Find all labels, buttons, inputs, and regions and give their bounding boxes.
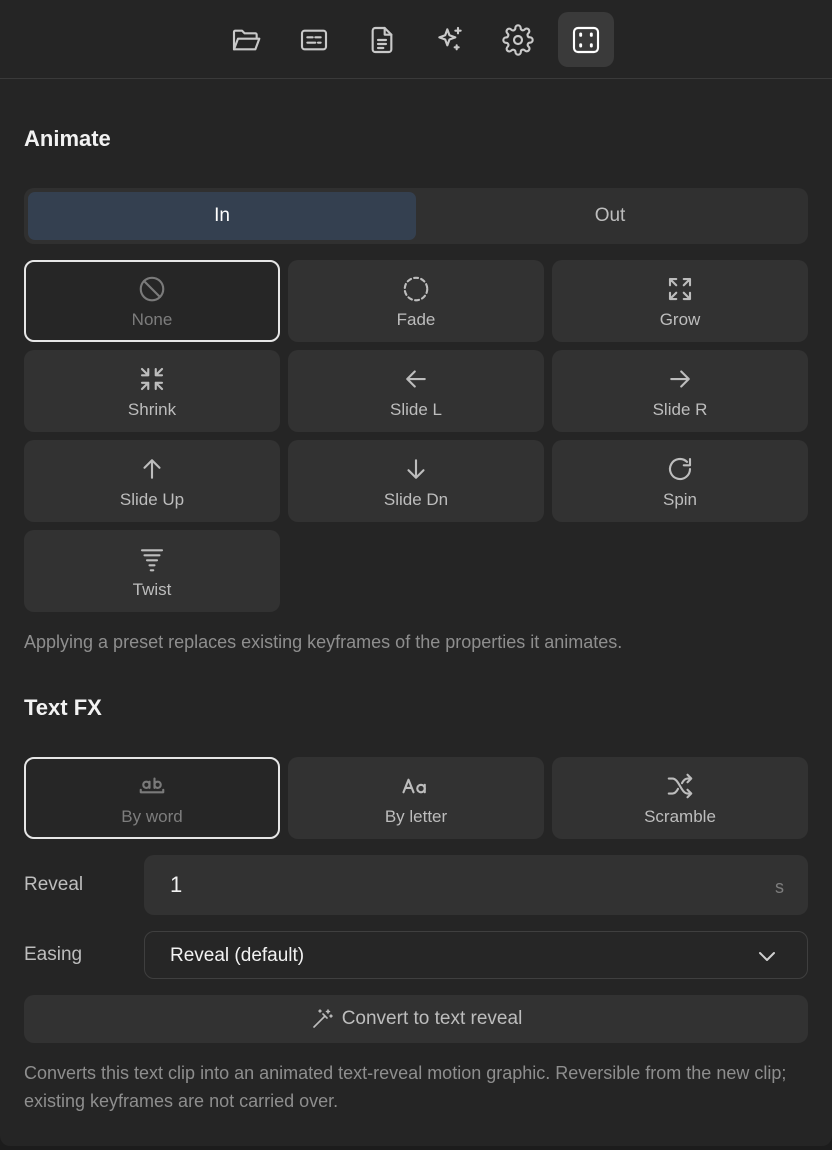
easing-label: Easing <box>24 944 83 965</box>
preset-slide-down[interactable]: Slide Dn <box>288 440 544 522</box>
preset-none[interactable]: None <box>24 260 280 342</box>
chevron-down-icon <box>759 952 775 961</box>
sparkles-button[interactable] <box>422 12 478 67</box>
captions-icon <box>300 29 328 50</box>
preset-fade[interactable]: Fade <box>288 260 544 342</box>
preset-grow[interactable]: Grow <box>552 260 808 342</box>
preset-slide-left[interactable]: Slide L <box>288 350 544 432</box>
animate-note: Applying a preset replaces existing keyf… <box>24 632 623 652</box>
twist-icon <box>140 549 164 572</box>
convert-note: Converts this text clip into an animated… <box>24 1063 787 1111</box>
animate-title: Animate <box>24 126 111 151</box>
preset-label: Slide Dn <box>383 490 449 509</box>
textfx-by-word[interactable]: By word <box>24 757 280 839</box>
settings-button[interactable] <box>490 12 546 67</box>
tab-out[interactable]: Out <box>416 192 804 240</box>
arrow-right-icon <box>670 370 690 388</box>
preset-label: Slide L <box>390 400 442 419</box>
preset-label: Slide R <box>652 400 708 419</box>
none-icon <box>139 276 165 302</box>
preset-label: Scramble <box>644 807 716 826</box>
arrow-up-icon <box>143 459 161 479</box>
preset-shrink[interactable]: Shrink <box>24 350 280 432</box>
convert-to-text-reveal-button[interactable]: Convert to text reveal <box>24 995 808 1043</box>
by-letter-icon <box>402 778 426 794</box>
shrink-icon <box>140 367 164 391</box>
folder-button[interactable] <box>218 12 274 67</box>
folder-icon <box>232 29 261 50</box>
rotate-icon <box>668 457 692 481</box>
preset-label: Fade <box>396 310 436 329</box>
arrow-left-icon <box>406 370 426 388</box>
dashed-circle-icon <box>403 276 429 302</box>
in-out-toggle: In Out <box>24 188 808 244</box>
textfx-scramble[interactable]: Scramble <box>552 757 808 839</box>
preset-slide-up[interactable]: Slide Up <box>24 440 280 522</box>
easing-value: Reveal (default) <box>170 945 305 966</box>
document-button[interactable] <box>354 12 410 67</box>
preset-label: Twist <box>132 580 172 599</box>
reveal-field: s <box>144 855 808 915</box>
frame-icon <box>572 26 600 53</box>
frame-button[interactable] <box>558 12 614 67</box>
preset-label: Grow <box>659 310 701 329</box>
preset-twist[interactable]: Twist <box>24 530 280 612</box>
textfx-by-letter[interactable]: By letter <box>288 757 544 839</box>
preset-label: Spin <box>662 490 698 509</box>
expand-icon <box>668 277 692 301</box>
animation-panel: Animate In Out None Fade Grow Shrink Sli… <box>0 0 832 1146</box>
reveal-label: Reveal <box>24 874 84 895</box>
textfx-title: Text FX <box>24 695 102 720</box>
sparkles-icon <box>438 26 462 50</box>
preset-spin[interactable]: Spin <box>552 440 808 522</box>
magic-wand-icon <box>312 1009 333 1028</box>
document-icon <box>371 26 393 53</box>
preset-label: By letter <box>384 807 448 826</box>
tab-in[interactable]: In <box>28 192 416 240</box>
preset-label: Shrink <box>127 400 177 419</box>
preset-label: By word <box>121 807 183 826</box>
preset-label: None <box>131 310 173 329</box>
top-toolbar <box>0 0 832 79</box>
by-word-icon <box>139 777 165 794</box>
gear-icon <box>502 23 534 56</box>
preset-label: Slide Up <box>119 490 185 509</box>
captions-button[interactable] <box>286 12 342 67</box>
convert-label: Convert to text reveal <box>341 1008 523 1029</box>
shuffle-icon <box>667 773 693 799</box>
reveal-unit: s <box>775 877 784 897</box>
preset-slide-right[interactable]: Slide R <box>552 350 808 432</box>
reveal-input[interactable] <box>170 869 730 901</box>
arrow-down-icon <box>407 459 425 479</box>
easing-select[interactable]: Reveal (default) <box>144 931 808 979</box>
